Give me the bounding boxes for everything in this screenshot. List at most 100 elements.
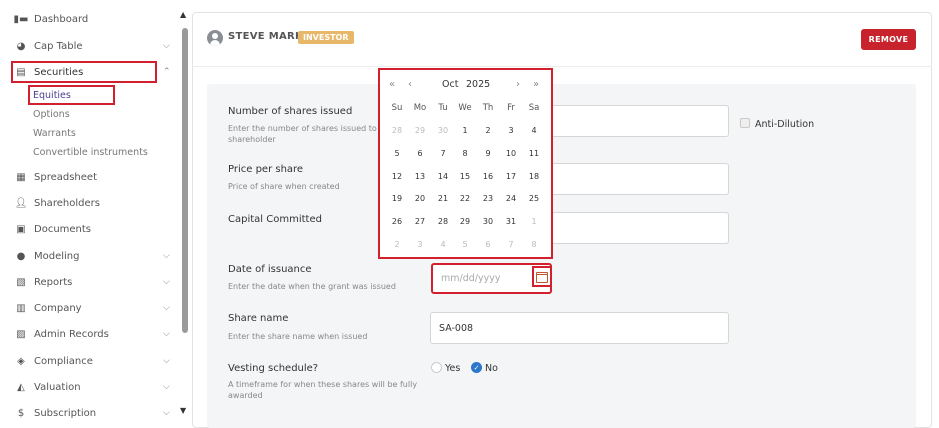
prev-month-button[interactable]: ‹	[408, 79, 412, 90]
calendar-day[interactable]: 29	[411, 126, 429, 135]
calendar-day[interactable]: 16	[479, 172, 497, 181]
calendar-day[interactable]: 25	[525, 194, 543, 203]
capital-label: Capital Committed	[228, 214, 322, 225]
share-name-help: Enter the share name when issued	[228, 332, 368, 341]
shield-icon: ◈	[17, 355, 25, 367]
calendar-day[interactable]: 6	[411, 149, 429, 158]
calendar-day[interactable]: 3	[502, 126, 520, 135]
weekday-header: Su	[391, 103, 403, 113]
vesting-no-radio[interactable]: ✓	[471, 362, 482, 373]
sidebar-item-documents[interactable]: ▣ Documents	[0, 218, 178, 240]
card-divider	[192, 66, 932, 67]
weekday-header: Sa	[528, 103, 540, 113]
picker-year[interactable]: 2025	[466, 79, 490, 90]
calendar-day[interactable]: 1	[456, 126, 474, 135]
calendar-day[interactable]: 17	[502, 172, 520, 181]
calendar-day[interactable]: 13	[411, 172, 429, 181]
calendar-day[interactable]: 2	[388, 240, 406, 249]
calendar-day[interactable]: 26	[388, 217, 406, 226]
calendar-day[interactable]: 9	[479, 149, 497, 158]
calendar-day[interactable]: 11	[525, 149, 543, 158]
calendar-day[interactable]: 8	[525, 240, 543, 249]
calendar-day[interactable]: 28	[434, 217, 452, 226]
sidebar-item-company[interactable]: ▥ Company ⌵	[0, 297, 178, 319]
calendar-day[interactable]: 8	[456, 149, 474, 158]
building-icon: ▥	[16, 302, 26, 314]
sidebar-sub-options[interactable]: Options	[33, 109, 70, 120]
scroll-up-icon[interactable]: ▲	[180, 10, 186, 19]
calendar-day[interactable]: 4	[525, 126, 543, 135]
calendar-day[interactable]: 4	[434, 240, 452, 249]
vesting-yes-radio[interactable]	[431, 362, 442, 373]
chevron-down-icon: ⌵	[163, 382, 170, 392]
calendar-day[interactable]: 28	[388, 126, 406, 135]
sidebar-item-modeling[interactable]: ● Modeling ⌵	[0, 245, 178, 267]
date-picker	[378, 68, 553, 259]
calendar-day[interactable]: 24	[502, 194, 520, 203]
calendar-day[interactable]: 23	[479, 194, 497, 203]
prev-year-button[interactable]: «	[389, 79, 395, 90]
date-help: Enter the date when the grant was issued	[228, 282, 396, 291]
calendar-day[interactable]: 30	[479, 217, 497, 226]
calendar-day[interactable]: 31	[502, 217, 520, 226]
report-icon: ▧	[16, 276, 26, 288]
sidebar-item-reports[interactable]: ▧ Reports ⌵	[0, 271, 178, 293]
calendar-day[interactable]: 22	[456, 194, 474, 203]
remove-button[interactable]: REMOVE	[861, 29, 916, 50]
calendar-day[interactable]: 30	[434, 126, 452, 135]
sidebar: ▮▬ Dashboard ◕ Cap Table ⌵ ▤ Securities …	[0, 0, 180, 428]
chevron-down-icon: ⌵	[163, 303, 170, 313]
chevron-down-icon: ⌵	[163, 277, 170, 287]
calendar-day[interactable]: 5	[388, 149, 406, 158]
sidebar-item-valuation[interactable]: ◭ Valuation ⌵	[0, 376, 178, 398]
calendar-day[interactable]: 21	[434, 194, 452, 203]
calendar-day[interactable]: 15	[456, 172, 474, 181]
sidebar-sub-convertible[interactable]: Convertible instruments	[33, 147, 148, 158]
weekday-header: We	[458, 103, 472, 113]
anti-dilution-label: Anti-Dilution	[755, 119, 815, 130]
calendar-day[interactable]: 7	[434, 149, 452, 158]
chevron-down-icon: ⌵	[163, 41, 170, 51]
dollar-icon: $	[17, 407, 25, 419]
avatar	[207, 30, 223, 46]
calendar-day[interactable]: 14	[434, 172, 452, 181]
role-badge: INVESTOR	[298, 31, 354, 44]
calendar-day[interactable]: 27	[411, 217, 429, 226]
sidebar-item-admin-records[interactable]: ▨ Admin Records ⌵	[0, 323, 178, 345]
calendar-day[interactable]: 19	[388, 194, 406, 203]
sidebar-item-dashboard[interactable]: ▮▬ Dashboard	[0, 8, 178, 30]
share-name-input[interactable]: SA-008	[430, 312, 729, 344]
chevron-up-icon: ⌃	[163, 67, 171, 77]
sidebar-item-compliance[interactable]: ◈ Compliance ⌵	[0, 350, 178, 372]
share-name-label: Share name	[228, 313, 289, 324]
vesting-yes-label: Yes	[445, 363, 461, 374]
anti-dilution-checkbox[interactable]	[740, 118, 750, 128]
scroll-down-icon[interactable]: ▼	[180, 406, 186, 415]
next-year-button[interactable]: »	[533, 79, 539, 90]
picker-month[interactable]: Oct	[442, 79, 458, 90]
sidebar-scroll-thumb[interactable]	[182, 28, 188, 333]
calendar-day[interactable]: 2	[479, 126, 497, 135]
sidebar-item-shareholders[interactable]: 👤︎ Shareholders	[0, 192, 178, 214]
calendar-day[interactable]: 29	[456, 217, 474, 226]
sidebar-item-cap-table[interactable]: ◕ Cap Table ⌵	[0, 35, 178, 57]
calendar-day[interactable]: 5	[456, 240, 474, 249]
calendar-day[interactable]: 12	[388, 172, 406, 181]
calendar-day[interactable]: 1	[525, 217, 543, 226]
weekday-header: Th	[482, 103, 494, 113]
weekday-header: Tu	[438, 103, 448, 113]
sidebar-item-subscription[interactable]: $ Subscription ⌵	[0, 402, 178, 424]
calendar-day[interactable]: 20	[411, 194, 429, 203]
calendar-day[interactable]: 10	[502, 149, 520, 158]
calendar-day[interactable]: 7	[502, 240, 520, 249]
calendar-day[interactable]: 18	[525, 172, 543, 181]
calendar-day[interactable]: 6	[479, 240, 497, 249]
shares-help: Enter the number of shares issued to sha…	[228, 124, 377, 144]
calendar-day[interactable]: 3	[411, 240, 429, 249]
equities-highlight	[28, 85, 115, 105]
table-icon: ▦	[16, 171, 26, 183]
sidebar-item-spreadsheet[interactable]: ▦ Spreadsheet	[0, 166, 178, 188]
chevron-down-icon: ⌵	[163, 356, 170, 366]
sidebar-sub-warrants[interactable]: Warrants	[33, 128, 76, 139]
next-month-button[interactable]: ›	[516, 79, 520, 90]
